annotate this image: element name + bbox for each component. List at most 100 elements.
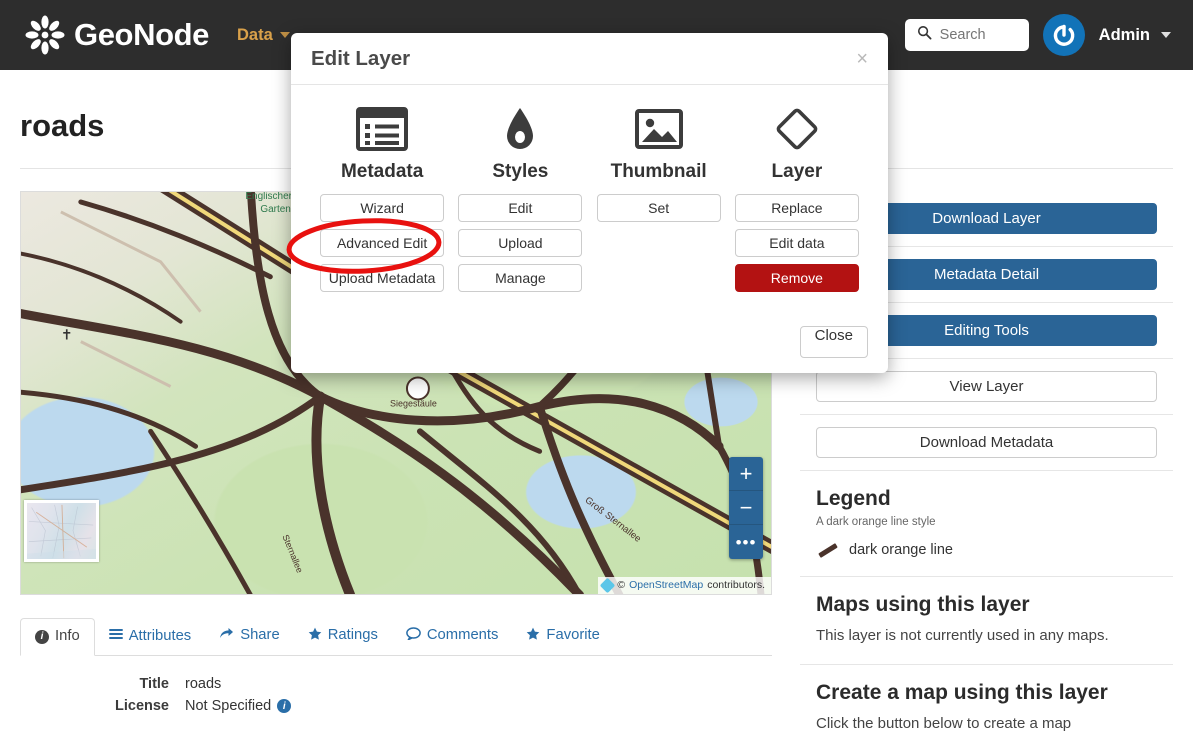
tab-info[interactable]: i Info (20, 618, 95, 656)
star-icon (526, 627, 540, 644)
share-icon (219, 627, 234, 644)
sidebar-block-legend: Legend A dark orange line style dark ora… (800, 471, 1173, 577)
modal-footer: Close (291, 311, 888, 373)
diamond-icon (773, 103, 821, 155)
sidebar-block-maps-using: Maps using this layer This layer is not … (800, 577, 1173, 666)
geonode-logo-icon (24, 14, 66, 56)
tab-attributes[interactable]: Attributes (95, 618, 206, 655)
modal-column-styles: Styles Edit Upload Manage (451, 103, 589, 299)
user-menu[interactable]: Admin (1099, 26, 1171, 45)
tab-share-label: Share (240, 627, 280, 644)
search-box[interactable] (904, 19, 1029, 51)
info-value-license-text: Not Specified (185, 698, 272, 714)
overview-minimap[interactable] (24, 500, 99, 562)
create-map-heading: Create a map using this layer (816, 681, 1108, 705)
close-icon[interactable]: × (856, 49, 868, 69)
map-zoom-controls: + − ••• (729, 457, 763, 559)
modal-column-metadata-title: Metadata (340, 161, 424, 182)
wizard-button[interactable]: Wizard (320, 194, 445, 222)
map-options-button[interactable]: ••• (729, 525, 763, 559)
replace-button[interactable]: Replace (734, 194, 859, 222)
legend-entry: dark orange line (816, 542, 1157, 558)
svg-text:Englischer: Englischer (245, 192, 292, 202)
svg-text:Siegestäule: Siegestäule (390, 398, 437, 408)
legend-heading: Legend (816, 487, 891, 510)
modal-column-styles-title: Styles (492, 161, 549, 182)
modal-column-thumbnail: Thumbnail Set (590, 103, 728, 299)
search-icon (917, 25, 932, 45)
modal-body: Metadata Wizard Advanced Edit Upload Met… (291, 85, 888, 299)
edit-layer-modal: Edit Layer × Metadata Wizard Advanced Ed… (291, 33, 888, 373)
openstreetmap-link[interactable]: OpenStreetMap (629, 579, 703, 591)
modal-column-layer-title: Layer (771, 161, 823, 182)
layer-tabs: i Info Attributes Share Ratings Comments… (20, 614, 772, 656)
modal-column-metadata: Metadata Wizard Advanced Edit Upload Met… (313, 103, 451, 299)
tab-ratings[interactable]: Ratings (294, 617, 392, 655)
upload-metadata-button[interactable]: Upload Metadata (320, 264, 445, 292)
maps-using-text: This layer is not currently used in any … (816, 627, 1109, 644)
osm-diamond-icon (600, 577, 616, 593)
create-map-text: Click the button below to create a map (816, 715, 1072, 733)
tab-favorite[interactable]: Favorite (512, 617, 613, 655)
tab-ratings-label: Ratings (327, 627, 378, 644)
tab-comments[interactable]: Comments (392, 617, 513, 655)
nav-item-data-label: Data (237, 25, 273, 44)
info-icon[interactable]: i (277, 699, 292, 713)
tab-share[interactable]: Share (205, 617, 294, 655)
brand-text: GeoNode (74, 17, 209, 52)
svg-text:Sternallee: Sternallee (603, 510, 643, 545)
list-icon (108, 628, 123, 644)
thumbnail-set-button[interactable]: Set (596, 194, 721, 222)
chevron-down-icon (279, 32, 290, 38)
info-value-license: Not Specified i (185, 698, 292, 714)
avatar[interactable] (1042, 14, 1085, 56)
svg-text:Sternallee: Sternallee (280, 533, 304, 574)
svg-text:Garten: Garten (260, 204, 290, 215)
sidebar-block-create-map: Create a map using this layer Click the … (800, 665, 1173, 746)
image-icon (634, 103, 684, 155)
info-label-license: License (115, 698, 169, 714)
map-attribution: © OpenStreetMap contributors. (598, 577, 771, 594)
tab-info-label: Info (55, 628, 80, 645)
tab-attributes-label: Attributes (128, 627, 192, 644)
water-drop-icon (503, 103, 537, 155)
navbar-right: Admin (904, 14, 1171, 56)
zoom-in-button[interactable]: + (729, 457, 763, 491)
remove-button[interactable]: Remove (734, 264, 859, 292)
brand[interactable]: GeoNode (24, 14, 209, 56)
download-metadata-button[interactable]: Download Metadata (816, 427, 1157, 458)
advanced-edit-button[interactable]: Advanced Edit (320, 229, 445, 257)
maps-using-heading: Maps using this layer (816, 593, 1030, 616)
list-table-icon (356, 103, 409, 155)
zoom-out-button[interactable]: − (729, 491, 763, 525)
styles-manage-button[interactable]: Manage (458, 264, 583, 292)
svg-text:✝: ✝ (61, 329, 73, 344)
info-value-title: roads (185, 676, 222, 692)
legend-subtitle: A dark orange line style (816, 516, 936, 528)
styles-edit-button[interactable]: Edit (458, 194, 583, 222)
info-label-title: Title (139, 676, 169, 692)
modal-close-button[interactable]: Close (799, 326, 868, 358)
info-panel: Title roads License Not Specified i (20, 676, 772, 720)
user-menu-label: Admin (1098, 25, 1150, 44)
tab-comments-label: Comments (426, 627, 499, 644)
sidebar-block-download-metadata: Download Metadata (800, 415, 1173, 471)
comment-icon (406, 627, 421, 644)
view-layer-button[interactable]: View Layer (816, 371, 1157, 402)
info-icon: i (35, 629, 49, 644)
page-title: roads (20, 108, 105, 143)
modal-column-thumbnail-title: Thumbnail (610, 161, 707, 182)
power-icon (1053, 24, 1074, 46)
styles-upload-button[interactable]: Upload (458, 229, 583, 257)
info-row-license: License Not Specified i (20, 698, 772, 714)
tab-favorite-label: Favorite (546, 627, 600, 644)
info-row-title: Title roads (20, 676, 772, 692)
svg-text:Groß: Groß (583, 495, 607, 517)
modal-title: Edit Layer (311, 46, 411, 70)
legend-entry-label: dark orange line (849, 542, 953, 558)
modal-header: Edit Layer × (291, 33, 888, 85)
search-input[interactable] (939, 27, 1014, 43)
legend-line-swatch-icon (818, 542, 838, 558)
edit-data-button[interactable]: Edit data (734, 229, 859, 257)
nav-item-data[interactable]: Data (237, 26, 290, 45)
